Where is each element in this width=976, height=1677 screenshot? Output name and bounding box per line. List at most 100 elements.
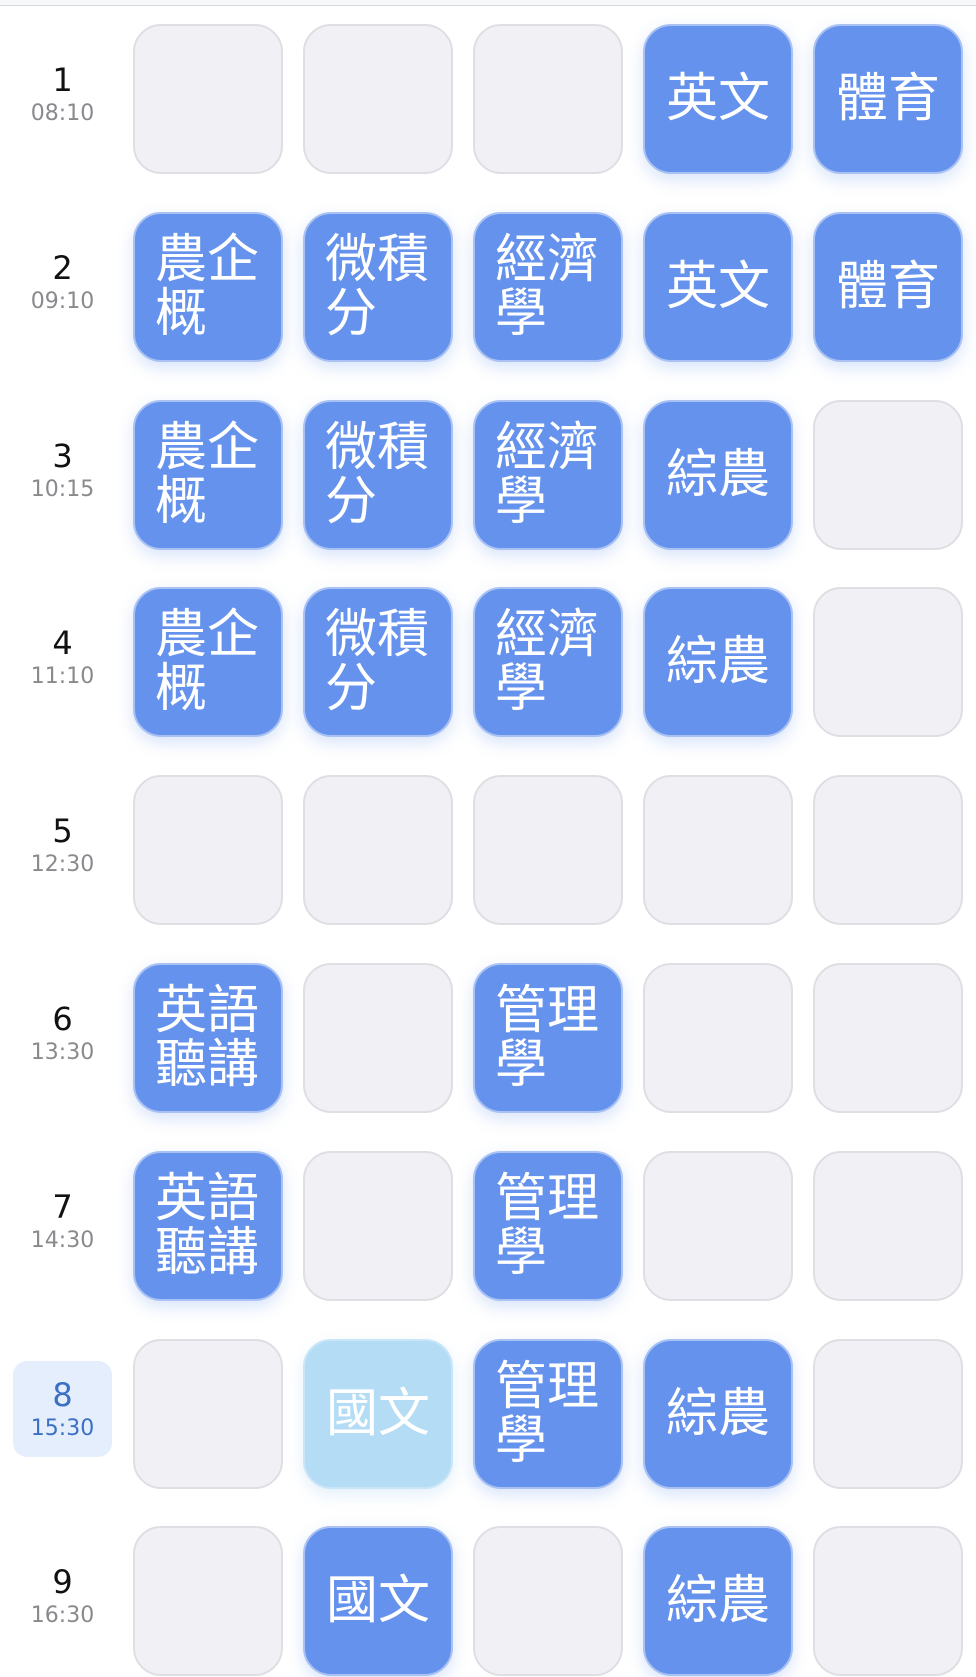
course-name: 綜農 <box>665 444 770 505</box>
course-name: 農企概 <box>155 229 260 344</box>
course-cell[interactable]: 綜農 <box>643 399 793 550</box>
empty-cell[interactable] <box>133 24 283 174</box>
period-number: 3 <box>52 436 73 475</box>
period-time: 15:30 <box>30 1415 95 1441</box>
period-row: 5 12:30 <box>0 775 976 926</box>
course-name: 農企概 <box>155 605 260 720</box>
empty-cell[interactable] <box>813 1526 963 1677</box>
period-row: 6 13:30 英語聽講 管理學 <box>0 963 976 1113</box>
course-name: 英語聽講 <box>155 981 260 1095</box>
empty-cell[interactable] <box>473 1526 623 1677</box>
period-time: 09:10 <box>30 288 95 314</box>
course-name: 綜農 <box>665 1383 770 1444</box>
course-cell[interactable]: 經濟學 <box>473 211 623 362</box>
empty-cell[interactable] <box>473 24 623 174</box>
course-cell[interactable]: 國文 <box>303 1526 453 1677</box>
period-number: 7 <box>52 1187 73 1226</box>
course-cell[interactable]: 經濟學 <box>473 587 623 738</box>
course-cell[interactable]: 微積分 <box>303 587 453 738</box>
period-label: 3 10:15 <box>13 422 112 518</box>
course-cell[interactable]: 英文 <box>643 24 793 174</box>
empty-cell[interactable] <box>303 963 453 1113</box>
period-label: 7 14:30 <box>13 1173 112 1269</box>
period-label: 1 08:10 <box>13 46 112 142</box>
empty-cell[interactable] <box>643 963 793 1113</box>
empty-cell[interactable] <box>473 775 623 926</box>
course-cell[interactable]: 微積分 <box>303 399 453 550</box>
period-time: 16:30 <box>30 1603 95 1629</box>
course-name: 綜農 <box>665 1571 770 1632</box>
course-name: 英語聽講 <box>155 1168 260 1283</box>
course-cell[interactable]: 微積分 <box>303 211 453 362</box>
course-name: 綜農 <box>665 632 770 693</box>
course-cell[interactable]: 體育 <box>813 24 963 174</box>
period-time: 11:10 <box>30 664 95 690</box>
period-number: 5 <box>52 812 73 851</box>
period-row: 1 08:10 英文 體育 <box>0 24 976 174</box>
course-name: 微積分 <box>325 605 430 720</box>
course-cell[interactable]: 經濟學 <box>473 399 623 550</box>
course-cell[interactable]: 管理學 <box>473 963 623 1113</box>
top-divider <box>0 0 976 6</box>
course-name: 管理學 <box>495 981 600 1095</box>
empty-cell[interactable] <box>133 775 283 926</box>
course-cell[interactable]: 管理學 <box>473 1338 623 1489</box>
period-number: 9 <box>52 1563 73 1602</box>
course-cell[interactable]: 綜農 <box>643 587 793 738</box>
course-cell[interactable]: 體育 <box>813 211 963 362</box>
course-name: 經濟學 <box>495 605 600 720</box>
empty-cell[interactable] <box>303 1150 453 1301</box>
course-name: 微積分 <box>325 417 430 532</box>
course-name: 國文 <box>325 1383 430 1444</box>
period-time: 14:30 <box>30 1227 95 1253</box>
empty-cell[interactable] <box>643 775 793 926</box>
period-label: 2 09:10 <box>13 234 112 330</box>
course-cell[interactable]: 農企概 <box>133 211 283 362</box>
period-row: 4 11:10 農企概 微積分 經濟學 綜農 <box>0 587 976 738</box>
course-cell[interactable]: 英語聽講 <box>133 963 283 1113</box>
course-name: 體育 <box>835 256 940 317</box>
period-number: 2 <box>52 248 73 287</box>
course-name: 體育 <box>835 69 940 129</box>
course-name: 微積分 <box>325 229 430 344</box>
course-name: 英文 <box>665 256 770 317</box>
empty-cell[interactable] <box>133 1338 283 1489</box>
empty-cell[interactable] <box>303 775 453 926</box>
period-label: 6 13:30 <box>13 985 112 1081</box>
empty-cell[interactable] <box>643 1150 793 1301</box>
course-cell[interactable]: 英文 <box>643 211 793 362</box>
empty-cell[interactable] <box>813 587 963 738</box>
course-cell[interactable]: 綜農 <box>643 1526 793 1677</box>
period-number: 4 <box>52 624 73 663</box>
course-cell[interactable]: 綜農 <box>643 1338 793 1489</box>
course-name: 國文 <box>325 1571 430 1632</box>
period-label: 5 12:30 <box>13 797 112 893</box>
course-cell[interactable]: 農企概 <box>133 587 283 738</box>
course-cell[interactable]: 英語聽講 <box>133 1150 283 1301</box>
empty-cell[interactable] <box>813 1338 963 1489</box>
period-time: 10:15 <box>30 476 95 502</box>
course-cell[interactable]: 管理學 <box>473 1150 623 1301</box>
course-cell[interactable]: 國文 <box>303 1338 453 1489</box>
course-name: 農企概 <box>155 417 260 532</box>
course-name: 經濟學 <box>495 417 600 532</box>
period-label: 9 16:30 <box>13 1548 112 1644</box>
period-row: 8 15:30 國文 管理學 綜農 <box>0 1338 976 1489</box>
period-row: 3 10:15 農企概 微積分 經濟學 綜農 <box>0 399 976 550</box>
empty-cell[interactable] <box>303 24 453 174</box>
empty-cell[interactable] <box>813 775 963 926</box>
period-number: 6 <box>52 1000 73 1038</box>
period-time: 08:10 <box>30 101 95 126</box>
period-row: 9 16:30 國文 綜農 <box>0 1526 976 1677</box>
period-label: 8 15:30 <box>13 1360 112 1457</box>
empty-cell[interactable] <box>813 963 963 1113</box>
period-number: 8 <box>52 1375 73 1414</box>
period-row: 7 14:30 英語聽講 管理學 <box>0 1150 976 1301</box>
course-name: 經濟學 <box>495 229 600 344</box>
course-cell[interactable]: 農企概 <box>133 399 283 550</box>
empty-cell[interactable] <box>133 1526 283 1677</box>
empty-cell[interactable] <box>813 399 963 550</box>
empty-cell[interactable] <box>813 1150 963 1301</box>
course-name: 英文 <box>665 69 770 129</box>
period-label: 4 11:10 <box>13 609 112 705</box>
